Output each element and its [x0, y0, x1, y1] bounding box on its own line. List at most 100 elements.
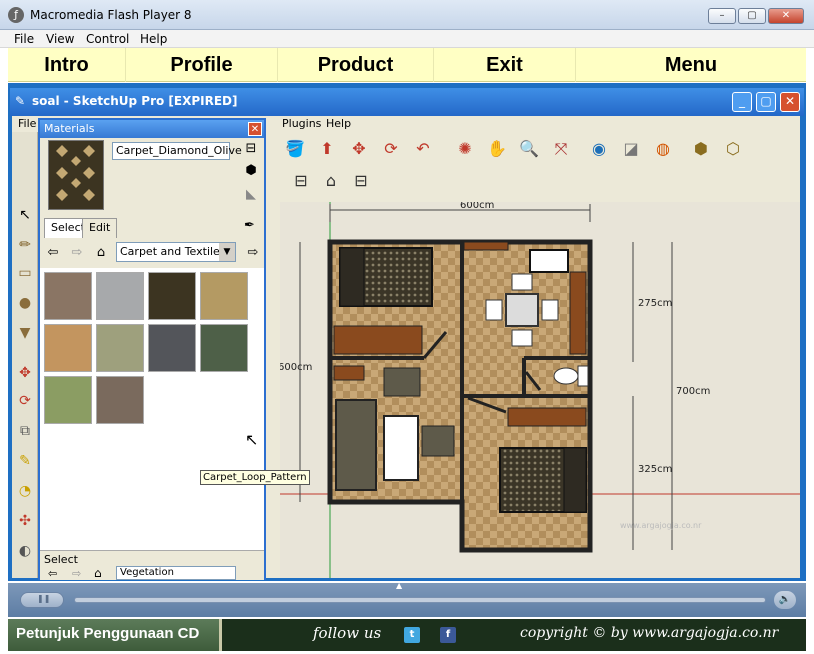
protractor-icon[interactable]: ◔ — [14, 480, 36, 502]
volume-icon[interactable]: 🔈 — [774, 591, 796, 609]
nav-menu[interactable]: Menu — [576, 48, 806, 82]
default-material-icon[interactable]: ◣ — [242, 186, 260, 204]
secondary-select-label: Select — [44, 553, 78, 566]
rotate-icon[interactable]: ⟳ — [378, 136, 404, 162]
right-view-icon[interactable]: ⊟ — [348, 168, 374, 194]
swatch-carpet-loop-pattern[interactable] — [200, 272, 248, 320]
zoom-extents-icon[interactable]: ⤧ — [548, 136, 574, 162]
pan-icon[interactable]: ✋ — [484, 136, 510, 162]
minimize-button[interactable]: – — [708, 8, 736, 24]
footer-guide-button[interactable]: Petunjuk Penggunaan CD — [8, 619, 222, 651]
swatch-carpet-stripe[interactable] — [96, 376, 144, 424]
facebook-icon[interactable]: f — [440, 627, 456, 643]
menu-control[interactable]: Control — [86, 32, 129, 46]
maximize-button[interactable]: ▢ — [738, 8, 766, 24]
select-tool-icon[interactable]: ↖ — [14, 204, 36, 226]
circle-icon[interactable]: ● — [14, 292, 36, 314]
material-preview — [48, 140, 104, 210]
seek-bar[interactable] — [74, 597, 766, 603]
component-share-icon[interactable]: ⬡ — [720, 136, 746, 162]
sketchup-menu-plugins[interactable]: Plugins — [282, 117, 321, 130]
push-pull-icon[interactable]: ⬆ — [314, 136, 340, 162]
section-plane-icon[interactable]: ◐ — [14, 540, 36, 562]
warehouse-icon[interactable]: ◍ — [650, 136, 676, 162]
tape-measure-icon[interactable]: ✎ — [14, 450, 36, 472]
component-get-icon[interactable]: ⬢ — [688, 136, 714, 162]
floor-plan: 600cm 600cm 275cm 325cm 700cm www.argajo… — [280, 202, 800, 578]
swatch-carpet-diamond-olive[interactable] — [148, 272, 196, 320]
top-view-icon[interactable]: ⊟ — [288, 168, 314, 194]
secondary-back-arrow-icon[interactable]: ⇦ — [48, 567, 57, 580]
watermark: www.argajogja.co.nr — [620, 521, 702, 530]
swatch-carpet-dark-grey[interactable] — [148, 324, 196, 372]
materials-header: Carpet_Diamond_Olive ⊟ ⬢ ◣ — [40, 138, 264, 216]
drawing-area[interactable]: 600cm 600cm 275cm 325cm 700cm www.argajo… — [280, 202, 800, 578]
tab-edit[interactable]: Edit — [82, 218, 118, 238]
sketchup-menu-help[interactable]: Help — [326, 117, 351, 130]
move-icon[interactable]: ✥ — [346, 136, 372, 162]
menu-view[interactable]: View — [46, 32, 74, 46]
sketchup-maximize-button[interactable]: ▢ — [756, 92, 776, 112]
follow-me-icon[interactable]: ↶ — [410, 136, 436, 162]
flash-player-icon: ƒ — [8, 7, 24, 23]
collapse-arrow-icon[interactable]: ▲ — [396, 581, 402, 590]
eraser-icon[interactable]: ✏ — [14, 234, 36, 256]
materials-close-button[interactable]: ✕ — [248, 122, 262, 136]
rotate-tool-icon[interactable]: ⟳ — [14, 390, 36, 412]
nav-product[interactable]: Product — [278, 48, 434, 82]
secondary-forward-arrow-icon[interactable]: ⇨ — [72, 567, 81, 580]
close-button[interactable]: ✕ — [768, 8, 804, 24]
move-tool-icon[interactable]: ✥ — [14, 362, 36, 384]
details-arrow-icon[interactable]: ⇨ — [244, 244, 262, 262]
sketchup-minimize-button[interactable]: _ — [732, 92, 752, 112]
swatch-carpet-grey[interactable] — [96, 272, 144, 320]
home-icon[interactable]: ⌂ — [92, 244, 110, 262]
menu-bar: File View Control Help — [0, 30, 814, 48]
nav-intro[interactable]: Intro — [8, 48, 126, 82]
material-name-field[interactable]: Carpet_Diamond_Olive — [112, 142, 242, 160]
library-select-value: Carpet and Textiles — [120, 245, 226, 258]
menu-help[interactable]: Help — [140, 32, 167, 46]
main-toolbar: 🪣 ⬆ ✥ ⟳ ↶ ✺ ✋ 🔍 ⤧ ◉ ◪ ◍ ⬢ ⬡ — [282, 136, 782, 166]
sketchup-close-button[interactable]: ✕ — [780, 92, 800, 112]
nav-profile[interactable]: Profile — [126, 48, 278, 82]
views-toolbar: ⊟ ⌂ ⊟ — [282, 168, 402, 198]
left-toolbar: ↖ ✏ ▭ ● ▼ ✥ ⟳ ⧉ ✎ ◔ ✣ ◐ — [12, 132, 38, 578]
swatch-carpet-berber[interactable] — [44, 272, 92, 320]
back-arrow-icon[interactable]: ⇦ — [44, 244, 62, 262]
dim-right-upper-label: 275cm — [638, 298, 672, 309]
sketchup-titlebar: ✎ soal - SketchUp Pro [EXPIRED] _ ▢ ✕ — [10, 88, 804, 116]
geo-location-icon[interactable]: ◉ — [586, 136, 612, 162]
forward-arrow-icon[interactable]: ⇨ — [68, 244, 86, 262]
materials-title: Materials — [40, 120, 264, 138]
create-material-icon[interactable]: ⬢ — [242, 162, 260, 180]
library-select[interactable]: Carpet and Textiles ▼ — [116, 242, 236, 262]
polygon-icon[interactable]: ▼ — [14, 322, 36, 344]
front-view-icon[interactable]: ⌂ — [318, 168, 344, 194]
sketchup-menu-file[interactable]: File — [18, 117, 36, 130]
offset-icon[interactable]: ⧉ — [14, 420, 36, 442]
copyright-label: copyright © by www.argajogja.co.nr — [520, 625, 779, 641]
swatch-carpet-green[interactable] — [200, 324, 248, 372]
dim-top-label: 600cm — [460, 202, 494, 211]
display-secondary-icon[interactable]: ⊟ — [242, 140, 260, 158]
paint-bucket-icon[interactable]: 🪣 — [282, 136, 308, 162]
orbit-icon[interactable]: ✺ — [452, 136, 478, 162]
axes-icon[interactable]: ✣ — [14, 510, 36, 532]
nav-exit[interactable]: Exit — [434, 48, 576, 82]
rectangle-icon[interactable]: ▭ — [14, 262, 36, 284]
secondary-library-select[interactable]: Vegetation — [116, 566, 236, 580]
eyedropper-icon[interactable]: ✒ — [244, 218, 255, 233]
toggle-terrain-icon[interactable]: ◪ — [618, 136, 644, 162]
secondary-home-icon[interactable]: ⌂ — [94, 566, 102, 580]
menu-file[interactable]: File — [14, 32, 34, 46]
sketchup-title: soal - SketchUp Pro [EXPIRED] — [32, 94, 238, 108]
zoom-icon[interactable]: 🔍 — [516, 136, 542, 162]
pause-button[interactable] — [20, 592, 64, 608]
swatch-carpet-square[interactable] — [96, 324, 144, 372]
twitter-icon[interactable]: t — [404, 627, 420, 643]
swatch-carpet-leaf[interactable] — [44, 376, 92, 424]
nav-strip: Intro Profile Product Exit Menu — [8, 48, 806, 82]
chevron-down-icon[interactable]: ▼ — [219, 243, 235, 261]
swatch-carpet-cross[interactable] — [44, 324, 92, 372]
